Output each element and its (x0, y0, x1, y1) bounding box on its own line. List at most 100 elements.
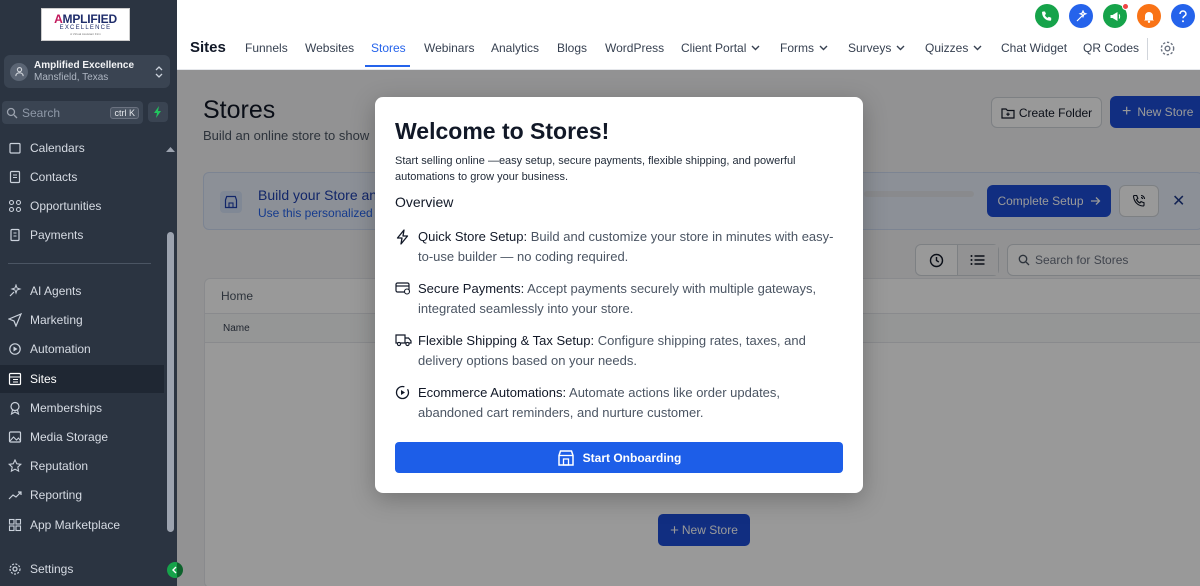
sidebar-item-memberships[interactable]: Memberships (0, 394, 164, 422)
sidebar-item-sites[interactable]: Sites (0, 365, 164, 393)
sidebar-item-label: Media Storage (30, 430, 109, 444)
sidebar-item-opportunities[interactable]: Opportunities (0, 192, 164, 220)
sidebar-item-contacts[interactable]: Contacts (0, 163, 164, 191)
start-onboarding-label: Start Onboarding (582, 450, 682, 465)
logo-text-amplified: MPLIFIED (62, 12, 118, 26)
sidebar-item-label: Sites (30, 372, 57, 386)
logo-text-excellence: EXCELLENCE (59, 25, 112, 31)
feature-title: Flexible Shipping & Tax Setup: (418, 333, 595, 348)
tab-webinars[interactable]: Webinars (424, 41, 474, 55)
tab-surveys[interactable]: Surveys (848, 41, 905, 55)
send-icon (8, 313, 24, 327)
sidebar-item-marketing[interactable]: Marketing (0, 306, 164, 334)
chevron-down-icon (751, 45, 760, 51)
modal-intro: Start selling online —easy setup, secure… (395, 155, 796, 183)
feature-item: Flexible Shipping & Tax Setup: Configure… (395, 331, 845, 371)
truck-icon (395, 333, 413, 371)
sidebar-item-reputation[interactable]: Reputation (0, 452, 164, 480)
sidebar-item-label: Opportunities (30, 199, 102, 213)
tab-label: Funnels (245, 41, 288, 55)
nav-separator (1147, 38, 1148, 60)
sidebar-item-settings[interactable]: Settings (0, 555, 164, 583)
sidebar-divider (8, 263, 151, 264)
feature-title: Ecommerce Automations: (418, 385, 567, 400)
quick-action-button[interactable] (148, 102, 168, 122)
scroll-thumb[interactable] (167, 232, 174, 532)
tab-label: Analytics (491, 41, 540, 55)
bell-icon (1143, 10, 1155, 23)
user-icon (14, 66, 25, 77)
top-navigation: Sites Funnels Websites Stores Webinars A… (177, 0, 1200, 70)
magic-button[interactable] (1069, 4, 1093, 28)
tab-forms[interactable]: Forms (780, 41, 828, 55)
tab-blogs[interactable]: Blogs (557, 41, 587, 55)
feature-title: Quick Store Setup: (418, 229, 528, 244)
sidebar-scrollbar[interactable] (164, 140, 177, 540)
search-icon (6, 107, 18, 119)
sparkle-icon (8, 284, 24, 298)
sidebar-item-automation[interactable]: Automation (0, 335, 164, 363)
notifications-button[interactable] (1137, 4, 1161, 28)
sidebar-item-calendars[interactable]: Calendars (0, 134, 164, 162)
tab-websites[interactable]: Websites (305, 41, 354, 55)
sidebar-item-label: Payments (30, 228, 84, 242)
help-icon (1178, 9, 1188, 23)
phone-icon (1041, 10, 1053, 22)
notification-dot (1122, 3, 1129, 10)
sidebar-item-label: Memberships (30, 401, 103, 415)
tab-label: Quizzes (925, 41, 969, 55)
sidebar-item-media-storage[interactable]: Media Storage (0, 423, 164, 451)
sidebar: AMPLIFIED EXCELLENCE A Virtual Assistant… (0, 0, 183, 586)
search-shortcut: ctrl K (110, 106, 139, 119)
feature-title: Secure Payments: (418, 281, 525, 296)
start-onboarding-button[interactable]: Start Onboarding (395, 442, 843, 473)
sidebar-item-label: Settings (30, 562, 74, 576)
phone-button[interactable] (1035, 4, 1059, 28)
scroll-up-arrow-icon (166, 146, 175, 152)
sidebar-item-ai-agents[interactable]: AI Agents (0, 277, 164, 305)
account-switcher[interactable]: Amplified Excellence Mansfield, Texas (4, 55, 170, 88)
tab-label: Client Portal (681, 41, 747, 55)
tab-label: Stores (371, 41, 406, 55)
gear-icon[interactable] (1159, 40, 1176, 57)
sidebar-item-label: Reputation (30, 459, 89, 473)
award-icon (8, 401, 24, 415)
magic-icon (1075, 9, 1088, 23)
sidebar-item-label: Calendars (30, 141, 85, 155)
megaphone-icon (1109, 10, 1122, 23)
bolt-icon (153, 106, 163, 118)
payments-icon (8, 228, 24, 242)
sidebar-search[interactable]: Search ctrl K (2, 101, 143, 124)
tab-label: Webinars (424, 41, 475, 55)
feature-item: Secure Payments: Accept payments securel… (395, 279, 845, 319)
tab-stores[interactable]: Stores (371, 41, 406, 55)
overview-heading: Overview (395, 194, 454, 210)
chevron-down-icon (819, 45, 828, 51)
trend-icon (8, 488, 24, 502)
tab-wordpress[interactable]: WordPress (605, 41, 664, 55)
help-button[interactable] (1171, 4, 1195, 28)
avatar (10, 62, 28, 81)
logo-text-a: A (54, 12, 63, 26)
tab-funnels[interactable]: Funnels (245, 41, 288, 55)
account-location: Mansfield, Texas (34, 71, 109, 83)
tab-label: QR Codes (1083, 41, 1140, 55)
feature-item: Ecommerce Automations: Automate actions … (395, 383, 845, 423)
tab-label: WordPress (605, 41, 665, 55)
company-logo[interactable]: AMPLIFIED EXCELLENCE A Virtual Assistant… (41, 8, 130, 41)
automation-icon (8, 342, 24, 356)
tab-qr-codes[interactable]: QR Codes (1083, 41, 1139, 55)
card-icon (395, 281, 413, 319)
tab-analytics[interactable]: Analytics (491, 41, 539, 55)
search-placeholder: Search (22, 105, 61, 120)
modal-title: Welcome to Stores! (395, 118, 610, 144)
tab-chat-widget[interactable]: Chat Widget (1001, 41, 1067, 55)
sidebar-item-payments[interactable]: Payments (0, 221, 164, 249)
sidebar-item-app-marketplace[interactable]: App Marketplace (0, 511, 164, 539)
tab-client-portal[interactable]: Client Portal (681, 41, 760, 55)
store-icon (557, 449, 575, 467)
sidebar-item-reporting[interactable]: Reporting (0, 481, 164, 509)
tab-label: Websites (305, 41, 355, 55)
account-name: Amplified Excellence (34, 59, 135, 71)
tab-quizzes[interactable]: Quizzes (925, 41, 982, 55)
